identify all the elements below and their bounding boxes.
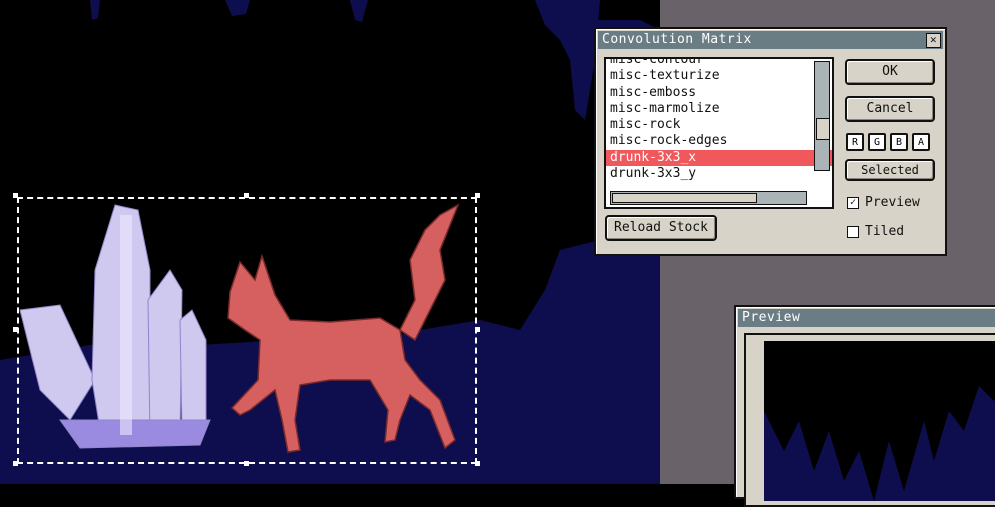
selection-handle[interactable] [475,461,480,466]
channel-b-toggle[interactable]: B [890,133,908,151]
checkmark-icon: ✓ [847,196,859,209]
list-item[interactable]: misc-rock-edges [606,133,832,149]
ok-button[interactable]: OK [845,59,935,85]
list-item[interactable]: misc-contour [606,59,832,68]
preview-label: Preview [865,195,920,210]
preview-window: Preview [734,305,995,507]
list-item[interactable]: drunk-3x3_y [606,166,832,182]
preview-window-title: Preview [742,310,801,325]
selection-handle[interactable] [475,327,480,332]
tiled-label: Tiled [865,224,905,239]
dialog-titlebar[interactable]: Convolution Matrix ✕ [598,31,943,49]
preset-list[interactable]: misc-contour misc-texturize misc-emboss … [604,57,834,209]
selection-handle[interactable] [475,193,480,198]
list-item[interactable]: misc-emboss [606,85,832,101]
horizontal-scrollbar[interactable] [610,191,807,205]
preview-titlebar[interactable]: Preview [738,309,995,327]
preview-checkbox[interactable]: ✓ Preview [847,195,920,210]
selection-handle[interactable] [13,461,18,466]
channel-a-toggle[interactable]: A [912,133,930,151]
close-icon[interactable]: ✕ [926,33,941,48]
selection-handle[interactable] [13,327,18,332]
channel-r-toggle[interactable]: R [846,133,864,151]
horizontal-scroll-thumb[interactable] [612,193,757,203]
dialog-title: Convolution Matrix [602,32,752,47]
checkbox-icon [847,225,859,238]
list-item[interactable]: misc-rock [606,117,832,133]
preview-image [764,341,995,501]
channel-g-toggle[interactable]: G [868,133,886,151]
selected-button[interactable]: Selected [845,159,935,181]
convolution-matrix-dialog: Convolution Matrix ✕ misc-contour misc-t… [594,27,947,256]
list-item[interactable]: misc-marmolize [606,101,832,117]
selection-handle[interactable] [244,461,249,466]
list-item[interactable]: misc-texturize [606,68,832,84]
cancel-button[interactable]: Cancel [845,96,935,122]
list-item-selected[interactable]: drunk-3x3_x [606,149,832,167]
vertical-scroll-thumb[interactable] [816,118,830,140]
reload-stock-button[interactable]: Reload Stock [605,215,717,241]
preview-frame [744,333,995,507]
vertical-scrollbar[interactable] [814,61,830,171]
tiled-checkbox[interactable]: Tiled [847,224,904,239]
selection-handle[interactable] [244,193,249,198]
selection-marquee[interactable] [17,197,477,464]
selection-handle[interactable] [13,193,18,198]
